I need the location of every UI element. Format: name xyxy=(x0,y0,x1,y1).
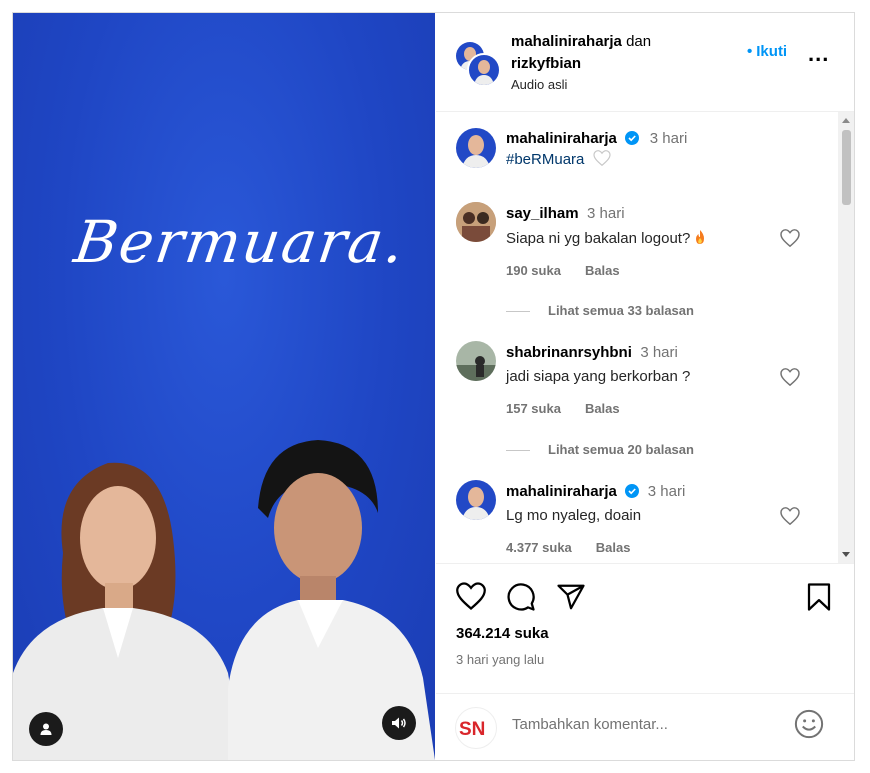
header-usernames: mahaliniraharja dan rizkyfbian xyxy=(511,31,651,75)
scroll-up-arrow-icon[interactable] xyxy=(842,118,850,123)
caption-text: #beRMuara xyxy=(506,151,585,168)
comments-scrollbar[interactable] xyxy=(838,112,854,563)
comment: mahaliniraharja 3 hari Lg mo nyaleg, doa… xyxy=(436,480,836,563)
share-send-icon[interactable] xyxy=(556,582,586,612)
caption-time: 3 hari xyxy=(649,130,688,147)
scroll-down-arrow-icon[interactable] xyxy=(842,552,850,557)
reply-button[interactable]: Balas xyxy=(596,540,631,555)
comment-avatar[interactable] xyxy=(456,341,496,381)
view-replies-button[interactable]: Lihat semua 33 balasan xyxy=(506,303,694,318)
avatar-user2[interactable] xyxy=(467,53,501,87)
post-date: 3 hari yang lalu xyxy=(456,652,545,667)
like-comment-icon[interactable] xyxy=(780,368,800,386)
like-heart-icon[interactable] xyxy=(456,582,486,610)
likes-count[interactable]: 364.214 suka xyxy=(456,625,549,642)
comment-time: 3 hari xyxy=(647,483,686,500)
caption-avatar[interactable] xyxy=(456,128,496,168)
view-replies-button[interactable]: Lihat semua 20 balasan xyxy=(506,442,694,457)
heart-outline-icon[interactable] xyxy=(592,150,611,167)
post-media[interactable]: Bermuara xyxy=(13,13,435,760)
comment-text: jadi siapa yang berkorban ? xyxy=(506,368,691,385)
comment-bubble-icon[interactable] xyxy=(506,582,536,612)
reply-button[interactable]: Balas xyxy=(585,401,620,416)
more-options-button[interactable]: ... xyxy=(808,43,829,65)
like-comment-icon[interactable] xyxy=(780,507,800,525)
header-user2[interactable]: rizkyfbian xyxy=(511,55,581,72)
follow-button[interactable]: • Ikuti xyxy=(747,43,787,60)
verified-icon xyxy=(625,131,640,145)
emoji-icon[interactable] xyxy=(794,709,824,739)
user-icon xyxy=(40,723,52,735)
verified-icon xyxy=(625,484,640,498)
add-comment-bar: SN Tambahkan komentar... xyxy=(436,693,854,761)
bullet-icon: • xyxy=(747,43,753,60)
comment-username[interactable]: shabrinanrsyhbni xyxy=(506,344,632,361)
comment-avatar[interactable] xyxy=(456,480,496,520)
post-sidebar: mahaliniraharja dan rizkyfbian Audio asl… xyxy=(436,13,854,760)
comment-time: 3 hari xyxy=(587,205,625,222)
comment-username[interactable]: say_ilham xyxy=(506,205,579,222)
volume-icon xyxy=(392,717,406,729)
post-header: mahaliniraharja dan rizkyfbian Audio asl… xyxy=(436,13,854,112)
comment-username[interactable]: mahaliniraharja xyxy=(506,483,617,500)
header-conj: dan xyxy=(626,33,652,50)
save-bookmark-icon[interactable] xyxy=(806,582,832,612)
view-replies-label: Lihat semua 20 balasan xyxy=(548,442,694,457)
header-user1[interactable]: mahaliniraharja xyxy=(511,33,622,50)
audio-toggle-button[interactable] xyxy=(382,706,416,740)
media-logo-text: Bermuara xyxy=(70,208,410,276)
comment-text: Lg mo nyaleg, doain xyxy=(506,507,642,524)
comments-list: mahaliniraharja 3 hari #beRMuara say_ilh… xyxy=(436,112,854,563)
comment-likes[interactable]: 157 suka xyxy=(506,401,561,416)
like-comment-icon[interactable] xyxy=(780,229,800,247)
current-user-avatar[interactable]: SN xyxy=(455,707,497,749)
comment: shabrinanrsyhbni 3 hari jadi siapa yang … xyxy=(436,341,836,471)
audio-label[interactable]: Audio asli xyxy=(511,77,567,92)
comment: say_ilham 3 hari Siapa ni yg bakalan log… xyxy=(436,202,836,332)
comment-avatar[interactable] xyxy=(456,202,496,242)
add-comment-input[interactable]: Tambahkan komentar... xyxy=(512,716,668,733)
view-replies-label: Lihat semua 33 balasan xyxy=(548,303,694,318)
scroll-thumb[interactable] xyxy=(842,130,851,205)
caption-username[interactable]: mahaliniraharja xyxy=(506,130,617,147)
tagged-users-button[interactable] xyxy=(29,712,63,746)
comment-likes[interactable]: 190 suka xyxy=(506,263,561,278)
comment-likes[interactable]: 4.377 suka xyxy=(506,540,572,555)
post-actions: 364.214 suka 3 hari yang lalu xyxy=(436,563,854,667)
reply-button[interactable]: Balas xyxy=(585,263,620,278)
current-user-avatar-initials: SN xyxy=(459,719,485,740)
fire-emoji-icon xyxy=(696,230,705,244)
follow-label: Ikuti xyxy=(756,43,788,60)
comment-time: 3 hari xyxy=(640,344,678,361)
comment-text: Siapa ni yg bakalan logout? xyxy=(506,230,691,247)
